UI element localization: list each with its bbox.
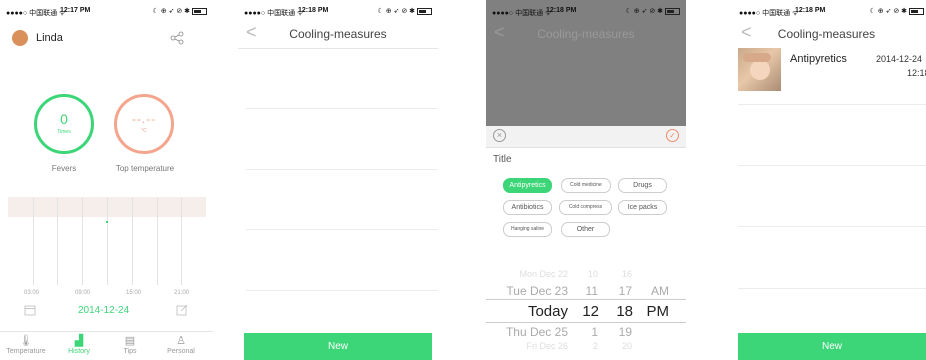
confirm-icon[interactable]: ✓ bbox=[666, 129, 679, 142]
list-divider bbox=[738, 226, 926, 227]
picker-select-line bbox=[486, 299, 686, 300]
list-divider bbox=[738, 104, 926, 105]
chart-gridline bbox=[82, 197, 83, 285]
tab-personal[interactable]: ♙ Personal bbox=[151, 334, 211, 355]
fevers-label: Fevers bbox=[51, 164, 77, 173]
status-time: 12:18 PM bbox=[546, 7, 577, 14]
nav-bar: < Cooling-measures bbox=[486, 20, 686, 48]
new-button[interactable]: New bbox=[244, 333, 432, 360]
page-title: Cooling-measures bbox=[537, 27, 635, 41]
temperature-circle: --.-- °C bbox=[114, 94, 174, 154]
chip-antibiotics[interactable]: Antibiotics bbox=[503, 200, 552, 215]
fevers-value: 0 bbox=[60, 111, 68, 127]
x-tick: 03:00 bbox=[24, 290, 40, 296]
battery-icon bbox=[417, 7, 432, 15]
chip-drugs[interactable]: Drugs bbox=[618, 178, 667, 193]
x-tick: 21:00 bbox=[174, 290, 190, 296]
page-title: Cooling-measures bbox=[777, 27, 876, 41]
person-icon: ♙ bbox=[176, 335, 186, 347]
chip-ice-packs[interactable]: Ice packs bbox=[618, 200, 667, 215]
list-divider bbox=[738, 288, 926, 289]
chip-hanging-saline[interactable]: Hanging saline bbox=[503, 222, 552, 237]
chart-gridline bbox=[107, 197, 108, 285]
avatar[interactable] bbox=[12, 30, 28, 46]
status-time: 12:18 PM bbox=[298, 7, 329, 14]
date-time-picker[interactable]: Mon Dec 22 10 16 Tue Dec 23 11 17 AM Tod… bbox=[486, 266, 686, 360]
list-divider bbox=[246, 108, 438, 109]
nav-bar: < Cooling-measures bbox=[238, 20, 438, 49]
thermometer-icon: 🌡 bbox=[19, 335, 33, 347]
record-time: 12:18 bbox=[907, 68, 926, 78]
picker-select-line bbox=[486, 322, 686, 323]
page-title: Cooling-measures bbox=[289, 27, 387, 41]
battery-icon bbox=[909, 7, 924, 15]
chip-other[interactable]: Other bbox=[561, 222, 610, 237]
screen-cooling-empty: ●●●●○ 中国联通 ᯤ 12:18 PM ☾ ⊕ ➶ ⊘ ✱ < Coolin… bbox=[238, 0, 438, 360]
new-button[interactable]: New bbox=[738, 333, 926, 360]
status-time: 12:17 PM bbox=[60, 7, 91, 14]
temp-unit: °C bbox=[141, 128, 147, 134]
tab-temperature[interactable]: 🌡 Temperature bbox=[0, 334, 56, 355]
close-icon[interactable]: × bbox=[493, 129, 506, 142]
selected-date[interactable]: 2014-12-24 bbox=[78, 305, 129, 316]
temp-label: Top temperature bbox=[115, 164, 175, 173]
temperature-chart bbox=[8, 197, 206, 285]
chart-gridline bbox=[33, 197, 34, 285]
status-icons: ☾ ⊕ ➶ ⊘ ✱ bbox=[625, 7, 680, 15]
status-icons: ☾ ⊕ ➶ ⊘ ✱ bbox=[377, 7, 432, 15]
status-bar: ●●●●○ 中国联通 ᯤ 12:18 PM ☾ ⊕ ➶ ⊘ ✱ bbox=[733, 0, 926, 20]
sheet-header: × ✓ bbox=[486, 126, 686, 148]
share-icon[interactable] bbox=[170, 31, 184, 45]
x-tick: 09:00 bbox=[75, 290, 91, 296]
carrier-text: ●●●●○ 中国联通 ᯤ bbox=[739, 10, 799, 17]
battery-icon bbox=[665, 7, 680, 15]
chart-gridline bbox=[157, 197, 158, 285]
screen-cooling-picker: ●●●●○ 中国联通 ᯤ 12:18 PM ☾ ⊕ ➶ ⊘ ✱ < Coolin… bbox=[486, 0, 686, 360]
carrier-text: ●●●●○ 中国联通 ᯤ bbox=[244, 10, 304, 17]
photo-face bbox=[750, 60, 770, 80]
list-divider bbox=[246, 229, 438, 230]
record-row[interactable]: Antipyretics 2014-12-24 12:18 bbox=[733, 48, 926, 102]
chip-cold-medicine[interactable]: Cold medicine bbox=[561, 178, 611, 193]
edit-icon[interactable] bbox=[176, 304, 188, 316]
status-bar: ●●●●○ 中国联通 ᯤ 12:18 PM ☾ ⊕ ➶ ⊘ ✱ bbox=[486, 0, 686, 20]
calendar-icon[interactable] bbox=[24, 304, 36, 316]
carrier-text: ●●●●○ 中国联通 ᯤ bbox=[492, 10, 552, 17]
user-name: Linda bbox=[36, 32, 63, 44]
record-date: 2014-12-24 bbox=[876, 54, 923, 64]
tab-label: History bbox=[68, 348, 90, 355]
screen-history: ●●●●○ 中国联通 ᯤ 12:17 PM ☾ ⊕ ➶ ⊘ ✱ Linda 0 … bbox=[0, 0, 213, 360]
fevers-circle: 0 Times bbox=[34, 94, 94, 154]
section-title: Title bbox=[493, 154, 512, 165]
list-divider bbox=[246, 290, 438, 291]
tab-bar: 🌡 Temperature ▟ History ▤ Tips ♙ Persona… bbox=[0, 331, 213, 360]
screen-cooling-list: ●●●●○ 中国联通 ᯤ 12:18 PM ☾ ⊕ ➶ ⊘ ✱ < Coolin… bbox=[733, 0, 926, 360]
status-time: 12:18 PM bbox=[795, 7, 826, 14]
photo-hand bbox=[743, 53, 771, 62]
chart-gridline bbox=[57, 197, 58, 285]
record-photo bbox=[738, 48, 781, 91]
status-icons: ☾ ⊕ ➶ ⊘ ✱ bbox=[152, 7, 207, 15]
chart-gridline bbox=[132, 197, 133, 285]
list-divider bbox=[738, 165, 926, 166]
temp-value: --.-- bbox=[131, 112, 157, 126]
x-tick: 15:00 bbox=[126, 290, 142, 296]
tab-label: Tips bbox=[123, 348, 137, 355]
chart-gridline bbox=[181, 197, 182, 285]
fevers-unit: Times bbox=[57, 129, 71, 135]
record-label: Antipyretics bbox=[790, 53, 847, 65]
battery-icon bbox=[192, 7, 207, 15]
status-bar: ●●●●○ 中国联通 ᯤ 12:18 PM ☾ ⊕ ➶ ⊘ ✱ bbox=[238, 0, 438, 20]
tab-label: Temperature bbox=[6, 348, 46, 355]
list-divider bbox=[246, 169, 438, 170]
chart-marker bbox=[106, 221, 108, 223]
status-bar: ●●●●○ 中国联通 ᯤ 12:17 PM ☾ ⊕ ➶ ⊘ ✱ bbox=[0, 0, 213, 20]
chip-cold-compress[interactable]: Cold compress bbox=[559, 200, 612, 215]
status-icons: ☾ ⊕ ➶ ⊘ ✱ bbox=[869, 7, 924, 15]
tab-label: Personal bbox=[167, 348, 195, 355]
chip-antipyretics[interactable]: Antipyretics bbox=[503, 178, 552, 193]
nav-bar: < Cooling-measures bbox=[733, 20, 926, 48]
carrier-text: ●●●●○ 中国联通 ᯤ bbox=[6, 10, 66, 17]
